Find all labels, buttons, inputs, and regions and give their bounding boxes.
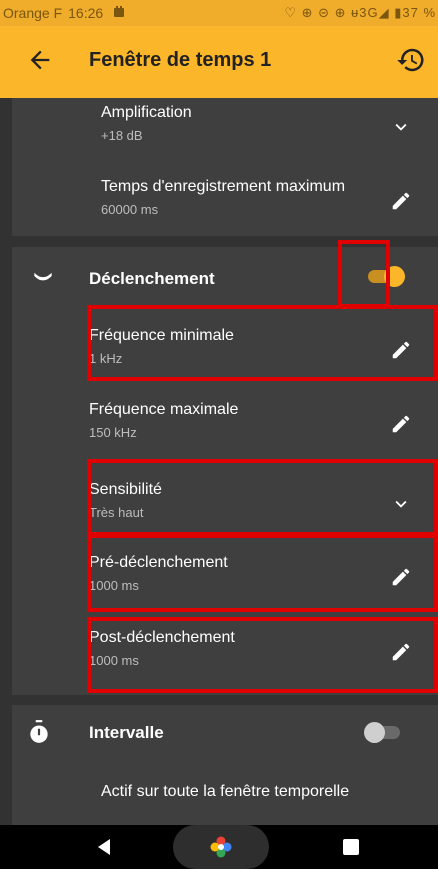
pencil-icon[interactable] (390, 190, 412, 212)
interval-toggle[interactable] (364, 720, 404, 744)
status-icons: ♡ ⊕ ⊝ ⊕ ᵾ3G◢ ▮37 % (284, 5, 436, 20)
setting-row-max-recording-time[interactable]: Temps d'enregistrement maximum 60000 ms (101, 178, 438, 226)
interval-title: Intervalle (89, 723, 164, 742)
nav-recents-icon[interactable] (343, 839, 359, 855)
setting-value: 150 kHz (89, 425, 137, 440)
toggle-thumb (384, 266, 405, 287)
setting-row-sensitivity[interactable]: Sensibilité Très haut (89, 481, 438, 529)
setting-value: +18 dB (101, 128, 143, 143)
chevron-down-icon[interactable] (390, 493, 412, 515)
recording-card: Amplification +18 dB Temps d'enregistrem… (12, 98, 438, 236)
arrow-back-icon[interactable] (26, 46, 54, 74)
toggle-thumb (364, 722, 385, 743)
setting-label: Fréquence maximale (89, 401, 239, 418)
assistant-icon (210, 836, 232, 858)
stopwatch-icon (26, 719, 52, 745)
setting-value: 60000 ms (101, 202, 159, 217)
page-title: Fenêtre de temps 1 (89, 49, 272, 71)
setting-label: Post-déclenchement (89, 629, 235, 646)
setting-value: 1000 ms (89, 653, 139, 668)
nav-back-icon[interactable] (96, 838, 112, 856)
pencil-icon[interactable] (390, 339, 412, 361)
restore-icon[interactable] (396, 45, 426, 75)
setting-label: Fréquence minimale (89, 327, 234, 344)
interval-card: Intervalle Actif sur toute la fenêtre te… (12, 705, 438, 825)
chevron-down-icon[interactable] (390, 116, 412, 138)
status-time: 16:26 (68, 5, 104, 21)
pencil-icon[interactable] (390, 566, 412, 588)
pencil-icon[interactable] (390, 413, 412, 435)
setting-label: Temps d'enregistrement maximum (101, 178, 346, 195)
setting-row-post-trigger[interactable]: Post-déclenchement 1000 ms (89, 629, 438, 677)
setting-row-max-frequency[interactable]: Fréquence maximale 150 kHz (89, 401, 438, 449)
trigger-title: Déclenchement (89, 269, 215, 288)
setting-row-amplification[interactable]: Amplification +18 dB (101, 104, 438, 152)
app-bar: Fenêtre de temps 1 (0, 26, 438, 98)
setting-row-min-frequency[interactable]: Fréquence minimale 1 kHz (89, 327, 438, 375)
pencil-icon[interactable] (390, 641, 412, 663)
trigger-card: Déclenchement Fréquence minimale 1 kHz F… (12, 247, 438, 695)
setting-label: Pré-déclenchement (89, 554, 228, 571)
settings-content[interactable]: Amplification +18 dB Temps d'enregistrem… (0, 98, 438, 825)
interval-description[interactable]: Actif sur toute la fenêtre temporelle (101, 783, 349, 801)
system-navigation-bar (0, 825, 438, 869)
carrier-name: Orange F (3, 5, 63, 21)
chevron-collapse-icon[interactable] (30, 263, 56, 289)
setting-row-pre-trigger[interactable]: Pré-déclenchement 1000 ms (89, 554, 438, 602)
trigger-toggle[interactable] (366, 264, 406, 288)
setting-value: Très haut (89, 505, 144, 520)
setting-label: Sensibilité (89, 481, 162, 498)
notification-icon (113, 5, 125, 21)
setting-label: Amplification (101, 104, 192, 121)
setting-value: 1000 ms (89, 578, 139, 593)
setting-value: 1 kHz (89, 351, 123, 366)
nav-home-button[interactable] (173, 825, 269, 869)
status-bar: Orange F 16:26 ♡ ⊕ ⊝ ⊕ ᵾ3G◢ ▮37 % (0, 0, 438, 26)
